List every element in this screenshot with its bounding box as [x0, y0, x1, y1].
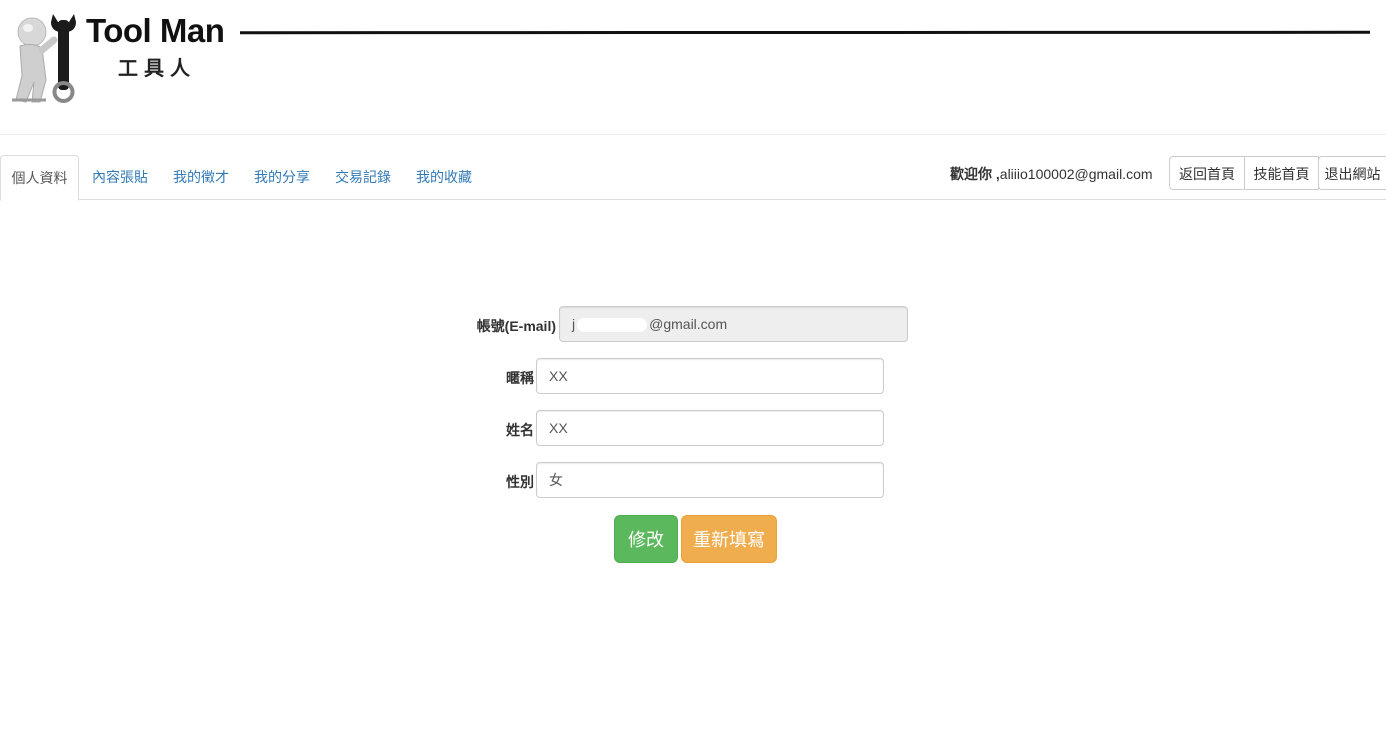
skills-home-button[interactable]: 技能首頁: [1244, 156, 1319, 190]
site-header: Tool Man 工具人: [0, 0, 1386, 134]
tab-my-recruitment[interactable]: 我的徵才: [171, 155, 231, 199]
back-home-button[interactable]: 返回首頁: [1169, 156, 1245, 190]
brand-title: Tool Man: [86, 12, 225, 49]
nickname-input[interactable]: XX: [536, 358, 884, 394]
modify-button[interactable]: 修改: [614, 515, 678, 563]
reset-button[interactable]: 重新填寫: [681, 515, 777, 563]
gender-input[interactable]: 女: [536, 462, 884, 498]
nickname-label: 暱稱: [506, 370, 534, 386]
redacted-block: [577, 318, 648, 333]
account-email-prefix: j: [572, 316, 576, 332]
gender-label: 性別: [506, 474, 534, 490]
welcome-message: 歡迎你 ,aliiio100002@gmail.com: [950, 164, 1153, 184]
header-divider: [0, 134, 1386, 135]
toolman-logo-icon[interactable]: [6, 10, 84, 106]
page-root: Tool Man 工具人 個人資料 內容張貼 我的徵才 我的分享 交易記錄 我的…: [0, 0, 1386, 756]
logout-button[interactable]: 退出網站: [1318, 156, 1386, 190]
brand-subtitle: 工具人: [118, 56, 196, 80]
account-email-field: j @gmail.com: [559, 306, 908, 342]
tab-post-content[interactable]: 內容張貼: [90, 155, 150, 199]
name-input[interactable]: XX: [536, 410, 884, 446]
tab-my-shares[interactable]: 我的分享: [252, 155, 312, 199]
account-email-suffix: @gmail.com: [649, 316, 728, 332]
welcome-prefix: 歡迎你 ,: [950, 166, 1000, 182]
welcome-email: aliiio100002@gmail.com: [999, 166, 1153, 182]
tab-transaction-history[interactable]: 交易記錄: [333, 155, 393, 199]
brand-underline: [239, 30, 1371, 35]
tab-my-favorites[interactable]: 我的收藏: [414, 155, 474, 199]
name-label: 姓名: [506, 422, 534, 438]
tabs-border: [0, 199, 1386, 200]
tab-profile[interactable]: 個人資料: [0, 155, 79, 201]
account-label: 帳號(E-mail): [476, 318, 556, 334]
